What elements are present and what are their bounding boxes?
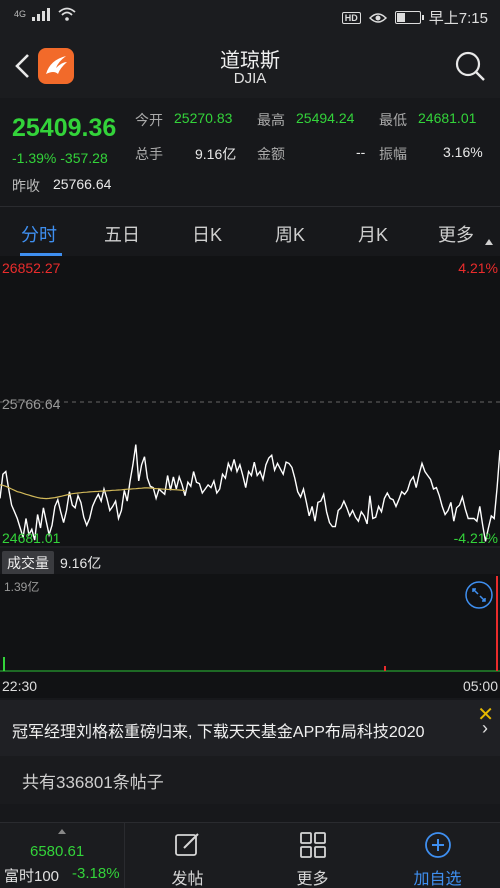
mini-quote-value: 6580.61: [30, 843, 85, 860]
more-button-label: 更多: [296, 871, 329, 888]
bottom-bar: 6580.61 富时100 -3.18% 发帖 更多 加自选: [0, 822, 500, 888]
tab-more[interactable]: 更多: [438, 221, 474, 247]
last-price: 25409.36: [12, 114, 117, 142]
hd-badge: HD: [341, 11, 361, 24]
y-max-label: 26852.27: [2, 260, 61, 276]
intraday-chart[interactable]: 26852.27 4.21% 25766.64 24681.01 -4.21%: [0, 256, 500, 548]
time-start: 22:30: [2, 678, 38, 694]
time-axis: 22:30 05:00: [0, 674, 500, 698]
volume-bars: [0, 576, 500, 672]
volume-tag[interactable]: 成交量: [2, 551, 54, 575]
post-count-row[interactable]: 共有336801条帖子: [0, 756, 500, 804]
search-icon[interactable]: [454, 50, 486, 82]
mini-quote-name: 富时100: [4, 868, 60, 885]
chart-tabs: 分时 五日 日K 周K 月K 更多: [0, 206, 500, 256]
page-subtitle: DJIA: [233, 70, 267, 87]
tab-weekly-k[interactable]: 周K: [275, 221, 305, 247]
price-change: -1.39% -357.28: [12, 150, 108, 166]
more-caret-icon: [485, 239, 493, 245]
tab-daily-k[interactable]: 日K: [192, 221, 222, 247]
volume-header: 成交量 9.16亿: [0, 548, 500, 575]
chevron-right-icon[interactable]: ›: [482, 718, 488, 739]
low-label: 最低: [379, 112, 407, 128]
signal-icon: [32, 7, 51, 21]
network-type: 4G: [14, 9, 27, 19]
mini-quote-change: -3.18%: [72, 865, 120, 882]
more-button[interactable]: 更多: [250, 823, 375, 888]
chart-canvas: [0, 401, 500, 548]
ad-banner[interactable]: 冠军经理刘格菘重磅归来, 下载天天基金APP布局科技2020 ✕ ›: [0, 700, 500, 756]
caret-up-icon: [58, 829, 66, 834]
y-min-label: 24681.01: [2, 530, 61, 546]
pct-min-label: -4.21%: [453, 530, 498, 546]
add-watchlist-button[interactable]: 加自选: [375, 823, 500, 888]
volume-value: 9.16亿: [195, 146, 237, 162]
volume-baseline: [0, 670, 500, 672]
status-bar: 4G HD 早上7:15: [0, 0, 500, 34]
ad-text[interactable]: 冠军经理刘格菘重磅归来, 下载天天基金APP布局科技2020: [12, 718, 425, 742]
pct-max-label: 4.21%: [458, 260, 498, 276]
edit-icon: [175, 833, 199, 856]
mini-quote[interactable]: 6580.61 富时100 -3.18%: [0, 823, 125, 888]
wifi-icon: [58, 7, 76, 21]
app-header: 道琼斯 DJIA: [0, 34, 500, 98]
add-watchlist-label: 加自选: [413, 871, 462, 888]
page-title: 道琼斯: [220, 50, 280, 72]
volume-label: 总手: [135, 146, 163, 162]
post-count: 共有336801条帖子: [22, 773, 164, 792]
open-value: 25270.83: [174, 110, 233, 126]
post-button-label: 发帖: [171, 871, 204, 888]
amplitude-value: 3.16%: [443, 144, 483, 160]
low-value: 24681.01: [418, 110, 477, 126]
open-label: 今开: [135, 112, 163, 128]
volume-total: 9.16亿: [60, 555, 102, 571]
post-button[interactable]: 发帖: [125, 823, 250, 888]
volume-bar-spike: [384, 666, 386, 671]
high-label: 最高: [257, 112, 285, 128]
prev-close-label: 昨收: [12, 178, 40, 194]
battery-icon: [394, 11, 424, 24]
high-value: 25494.24: [296, 110, 355, 126]
clock: 早上7:15: [428, 10, 488, 27]
amount-value: --: [356, 144, 366, 160]
volume-bar-close: [496, 576, 498, 671]
add-circle-icon: [425, 832, 451, 858]
y-mid-label: 25766.64: [2, 396, 61, 412]
tab-intraday[interactable]: 分时: [21, 221, 57, 247]
time-end: 05:00: [462, 678, 498, 694]
quote-panel: 25409.36 -1.39% -357.28 昨收 25766.64 今开 2…: [0, 98, 500, 206]
prev-close-value: 25766.64: [53, 176, 112, 192]
volume-bar-open: [3, 657, 5, 671]
amplitude-label: 振幅: [379, 146, 407, 162]
volume-chart: 1.39亿: [0, 574, 500, 674]
eye-icon: [368, 12, 387, 23]
amount-label: 金额: [257, 146, 285, 162]
grid-icon: [300, 832, 326, 858]
tab-five-day[interactable]: 五日: [104, 221, 140, 247]
tab-monthly-k[interactable]: 月K: [358, 221, 388, 247]
